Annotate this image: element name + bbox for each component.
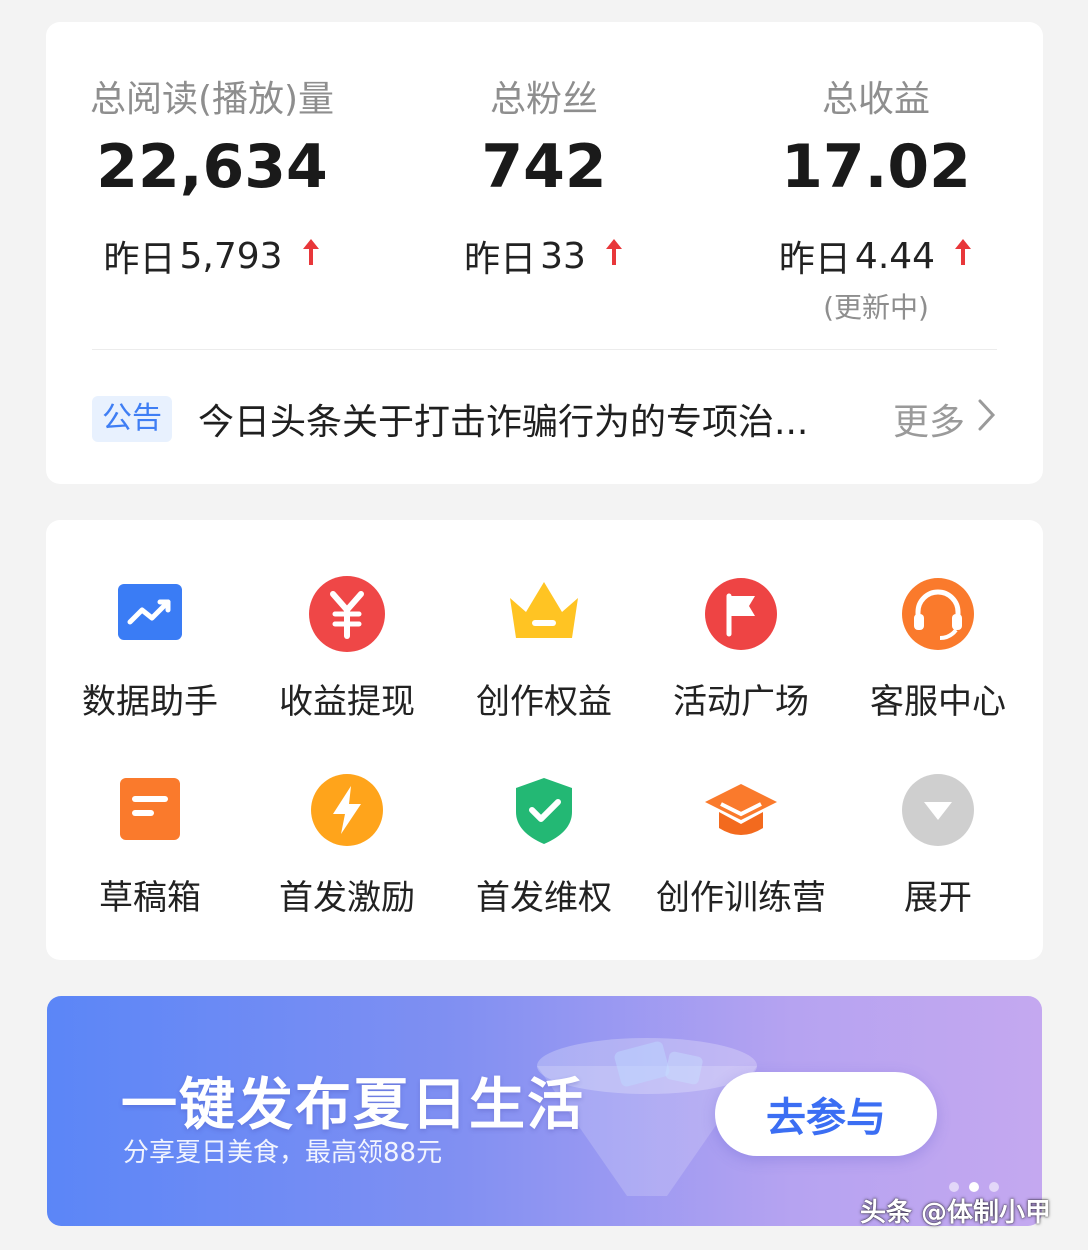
tool-label: 展开 [904,878,972,918]
delta-value: 33 [540,235,586,277]
watermark: 头条 @体制小甲 [860,1198,1052,1228]
carousel-dot[interactable] [989,1182,999,1192]
chart-trend-icon [110,576,190,656]
notice-tag: 公告 [92,396,172,442]
tool-label: 草稿箱 [99,878,201,918]
notice-more-link[interactable]: 更多 [893,393,997,445]
tool-earnings-withdraw[interactable]: 收益提现 [249,576,445,723]
stat-delta: 昨日 5,793 [46,230,378,282]
stat-value: 17.02 [781,132,971,202]
crown-icon [504,576,584,656]
participate-button[interactable]: 去参与 [715,1072,937,1156]
headset-icon [898,576,978,656]
up-arrow-icon [301,235,321,265]
notice-text[interactable]: 今日头条关于打击诈骗行为的专项治... [198,393,838,445]
draft-icon [110,772,190,852]
tool-expand[interactable]: 展开 [840,772,1036,919]
chevron-right-icon [977,398,997,441]
stat-delta: 昨日 4.44 [710,230,1042,282]
stat-label: 总收益 [821,79,930,120]
up-arrow-icon [953,235,973,265]
graduation-cap-icon [701,772,781,852]
tool-label: 数据助手 [82,682,218,722]
carousel-dot-active[interactable] [969,1182,979,1192]
up-arrow-icon [604,235,624,265]
stat-label: 总阅读(播放)量 [89,79,335,120]
delta-prefix: 昨日 [778,239,851,280]
tool-label: 客服中心 [870,682,1006,722]
tool-first-publish-rights[interactable]: 首发维权 [446,772,642,919]
lightning-icon [307,772,387,852]
tool-data-assistant[interactable]: 数据助手 [52,576,248,723]
tool-label: 创作训练营 [656,878,826,918]
tool-drafts[interactable]: 草稿箱 [52,772,248,919]
expand-down-icon [898,772,978,852]
stats-card: 总阅读(播放)量 22,634 昨日 5,793 总粉丝 742 昨日 33 总… [46,22,1043,484]
banner-subtitle: 分享夏日美食，最高领88元 [123,1138,443,1168]
delta-value: 5,793 [179,235,283,277]
tool-label: 首发激励 [279,878,415,918]
delta-prefix: 昨日 [103,239,176,280]
carousel-dots[interactable] [949,1182,999,1192]
tool-activity-plaza[interactable]: 活动广场 [643,576,839,723]
divider [92,349,997,350]
tool-customer-service[interactable]: 客服中心 [840,576,1036,723]
shield-check-icon [504,772,584,852]
carousel-dot[interactable] [949,1182,959,1192]
banner-title: 一键发布夏日生活 [121,1073,585,1138]
stat-label: 总粉丝 [489,79,598,120]
stat-note: (更新中) [823,291,929,324]
stat-delta: 昨日 33 [378,230,710,282]
stat-value: 742 [481,132,607,202]
tool-label: 首发维权 [476,878,612,918]
notice-bar[interactable]: 公告 今日头条关于打击诈骗行为的专项治... 更多 [92,394,997,444]
tool-creator-training[interactable]: 创作训练营 [643,772,839,919]
delta-prefix: 昨日 [464,239,537,280]
flag-icon [701,576,781,656]
notice-more-label: 更多 [892,402,965,443]
delta-value: 4.44 [854,235,936,277]
tool-creator-benefits[interactable]: 创作权益 [446,576,642,723]
tool-label: 收益提现 [279,682,415,722]
yuan-icon [307,576,387,656]
tool-label: 活动广场 [673,682,809,722]
tool-first-publish-incentive[interactable]: 首发激励 [249,772,445,919]
tools-card: 数据助手 收益提现 创作权益 活动广场 客服中心 草稿箱 首发激励 首发维权 创… [46,520,1043,960]
stat-value: 22,634 [96,132,328,202]
tool-label: 创作权益 [476,682,612,722]
